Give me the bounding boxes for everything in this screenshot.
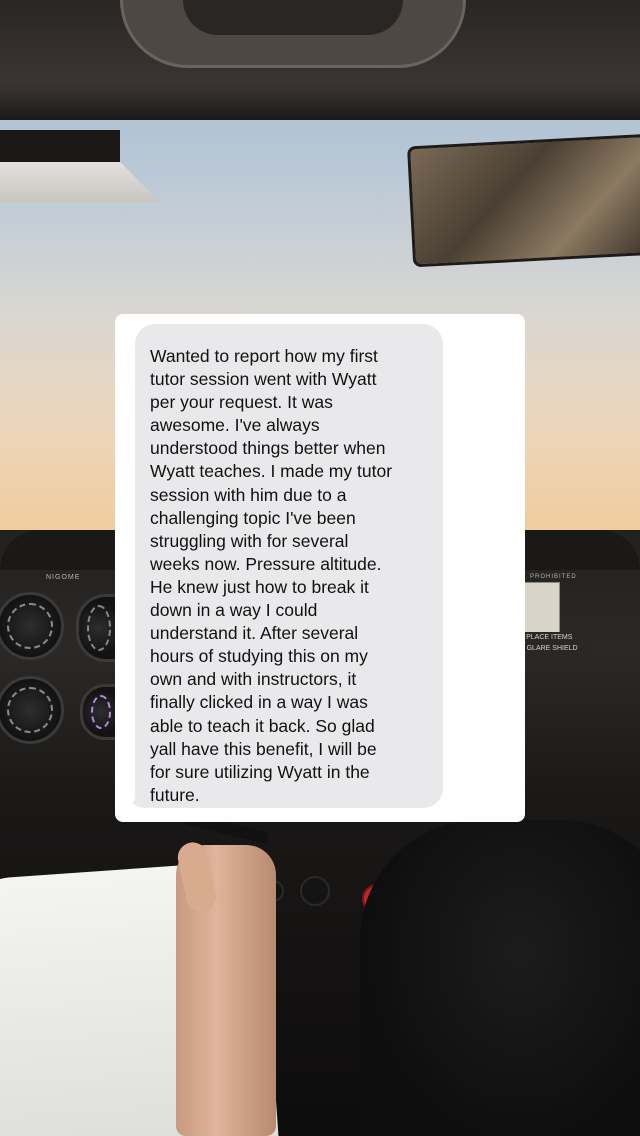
dome-light [120,0,466,68]
cabin-roof [0,0,640,120]
right-sun-visor [407,133,640,268]
throttle-knob-icon [300,876,330,906]
message-text: Wanted to report how my first tutor sess… [150,346,393,805]
placard-sticker [524,582,560,634]
left-sun-visor-mount [0,130,120,165]
prohibited-placard-label: PROHIBITED [530,574,577,580]
received-message-bubble: Wanted to report how my first tutor sess… [135,324,443,808]
glare-shield-placard: T PLACE ITEMS E GLARE SHIELD [520,632,592,656]
seat-back [360,820,640,1136]
message-screenshot-card: Wanted to report how my first tutor sess… [115,314,525,822]
panel-label: NIGOME [46,574,81,581]
